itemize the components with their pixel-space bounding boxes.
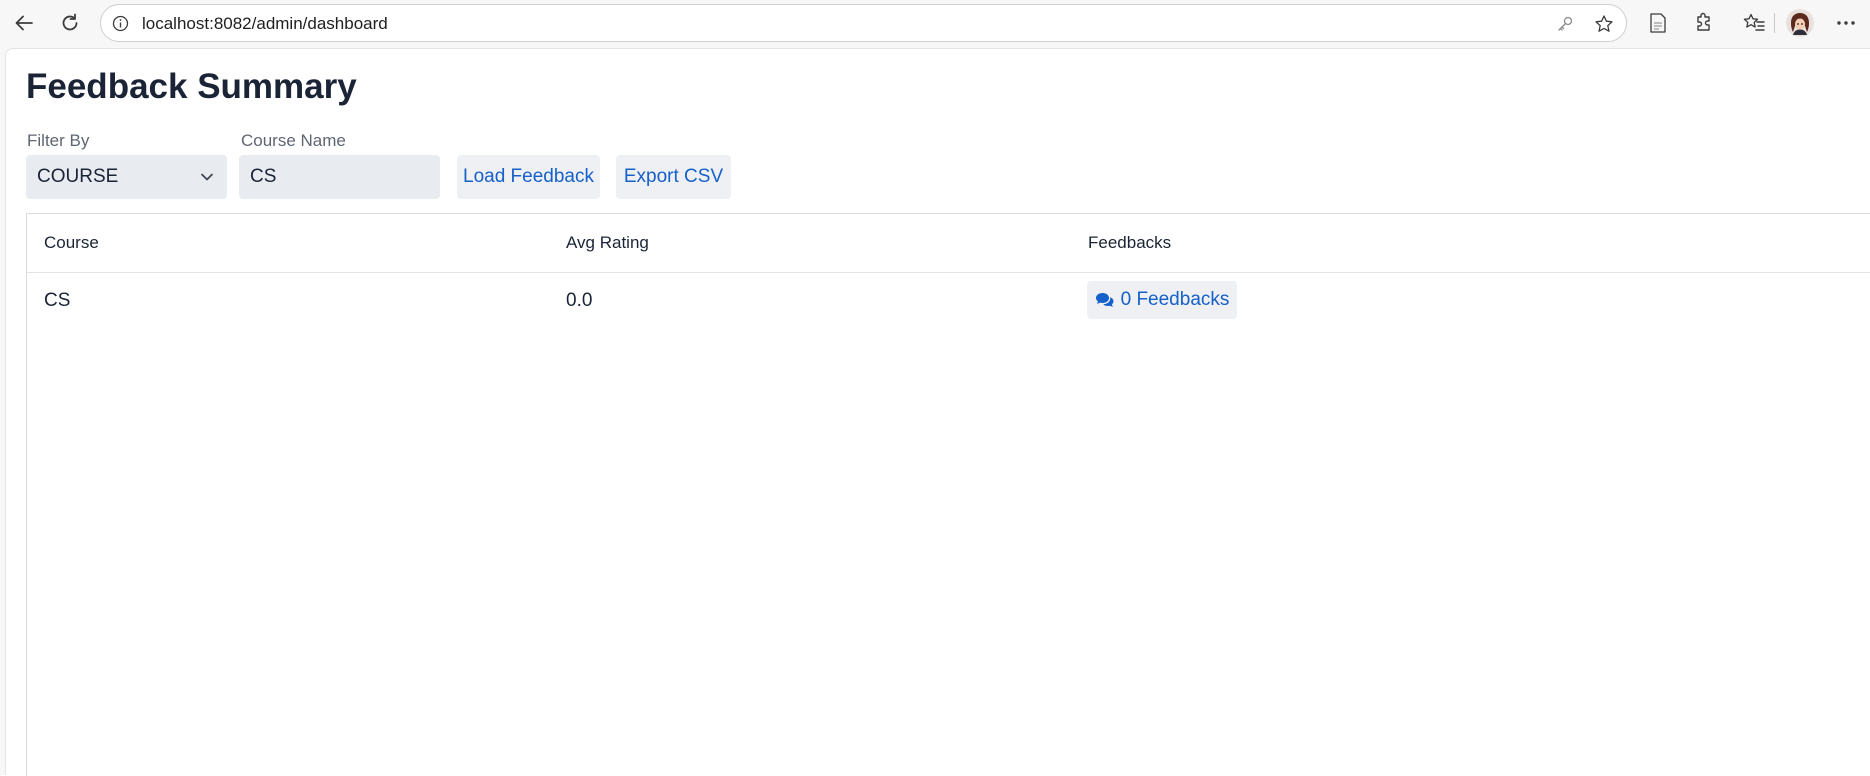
cell-course: CS: [44, 290, 71, 311]
star-icon[interactable]: [1593, 13, 1615, 35]
more-icon[interactable]: [1833, 10, 1859, 36]
avatar[interactable]: [1786, 9, 1814, 37]
key-icon[interactable]: [1554, 13, 1576, 35]
favorites-icon[interactable]: [1741, 10, 1767, 36]
dashboard-page: Feedback Summary Filter By Course Name C…: [5, 48, 1870, 776]
feedbacks-count-label: 0 Feedbacks: [1120, 289, 1230, 310]
puzzle-piece-icon[interactable]: [1691, 10, 1717, 36]
browser-toolbar: localhost:8082/admin/dashboard: [0, 0, 1870, 45]
reading-view-icon[interactable]: [1645, 10, 1671, 36]
filter-by-value: COURSE: [37, 166, 119, 187]
info-icon[interactable]: [112, 15, 129, 32]
address-bar[interactable]: localhost:8082/admin/dashboard: [100, 4, 1627, 42]
column-header-avg-rating[interactable]: Avg Rating: [566, 233, 649, 253]
view-feedbacks-button[interactable]: 0 Feedbacks: [1087, 281, 1237, 319]
filter-by-select[interactable]: COURSE: [26, 155, 227, 199]
table-header: Course Avg Rating Feedbacks: [27, 214, 1870, 273]
comments-icon: [1095, 292, 1114, 307]
column-header-feedbacks[interactable]: Feedbacks: [1088, 233, 1171, 253]
table-row: CS 0.0 0 Feedbacks: [27, 273, 1870, 330]
course-name-label: Course Name: [241, 131, 346, 150]
chevron-down-icon: [201, 173, 213, 181]
cell-avg-rating: 0.0: [566, 290, 593, 311]
filter-by-label: Filter By: [27, 131, 90, 150]
column-header-course[interactable]: Course: [44, 233, 99, 253]
browser-viewport: Feedback Summary Filter By Course Name C…: [0, 45, 1870, 776]
feedback-table: Course Avg Rating Feedbacks CS 0.0 0 Fee…: [26, 213, 1870, 776]
url-text[interactable]: localhost:8082/admin/dashboard: [142, 14, 388, 34]
course-name-input[interactable]: [239, 155, 440, 199]
refresh-icon[interactable]: [53, 6, 87, 40]
load-feedback-button[interactable]: Load Feedback: [457, 155, 600, 199]
back-arrow-icon[interactable]: [7, 6, 41, 40]
export-csv-button[interactable]: Export CSV: [616, 155, 731, 199]
page-title: Feedback Summary: [26, 67, 357, 106]
toolbar-divider: [1774, 13, 1775, 33]
